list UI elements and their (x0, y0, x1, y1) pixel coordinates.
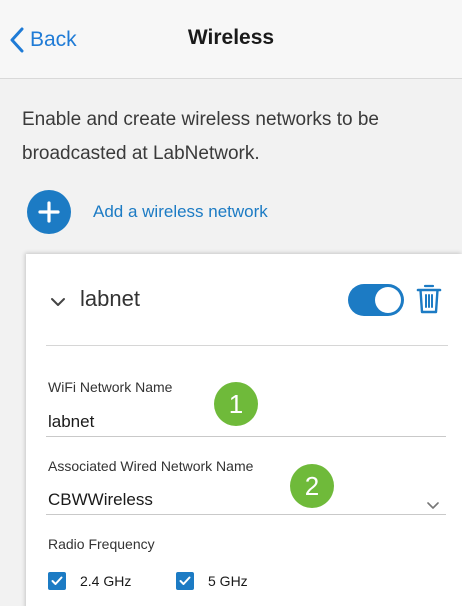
annotation-badge-2: 2 (290, 464, 334, 508)
network-card: labnet WiFi Network Name labnet Associat… (26, 254, 462, 606)
checkbox-label: 5 GHz (208, 573, 248, 589)
add-network-label: Add a wireless network (93, 202, 268, 221)
annotation-badge-1: 1 (214, 382, 258, 426)
intro-text: Enable and create wireless networks to b… (22, 109, 379, 164)
checkbox-label: 2.4 GHz (80, 573, 132, 589)
chevron-down-icon[interactable] (50, 294, 66, 312)
wifi-name-input[interactable]: labnet (48, 412, 94, 432)
trash-icon[interactable] (416, 283, 442, 320)
wifi-name-label: WiFi Network Name (48, 379, 173, 395)
wifi-name-underline (46, 436, 446, 437)
wired-network-select[interactable]: CBWWireless (48, 490, 153, 510)
wireless-screen: Back Wireless Enable and create wireless… (0, 0, 462, 606)
add-wireless-network-button[interactable]: Add a wireless network (27, 190, 268, 234)
plus-icon (27, 190, 71, 234)
checkbox-5ghz[interactable]: 5 GHz (176, 572, 248, 590)
network-enable-toggle[interactable] (348, 284, 404, 316)
network-card-header[interactable]: labnet (26, 254, 462, 346)
nav-header: Back Wireless (0, 0, 462, 79)
wired-network-underline (46, 514, 446, 515)
checkbox-2-4ghz[interactable]: 2.4 GHz (48, 572, 131, 590)
chevron-down-icon[interactable] (426, 497, 440, 515)
check-icon (48, 572, 66, 590)
card-divider (46, 345, 448, 346)
check-icon (176, 572, 194, 590)
page-title: Wireless (187, 26, 275, 49)
network-name-title: labnet (80, 286, 140, 311)
wired-network-label: Associated Wired Network Name (48, 458, 254, 474)
toggle-knob (375, 287, 401, 313)
radio-frequency-label: Radio Frequency (48, 536, 155, 552)
